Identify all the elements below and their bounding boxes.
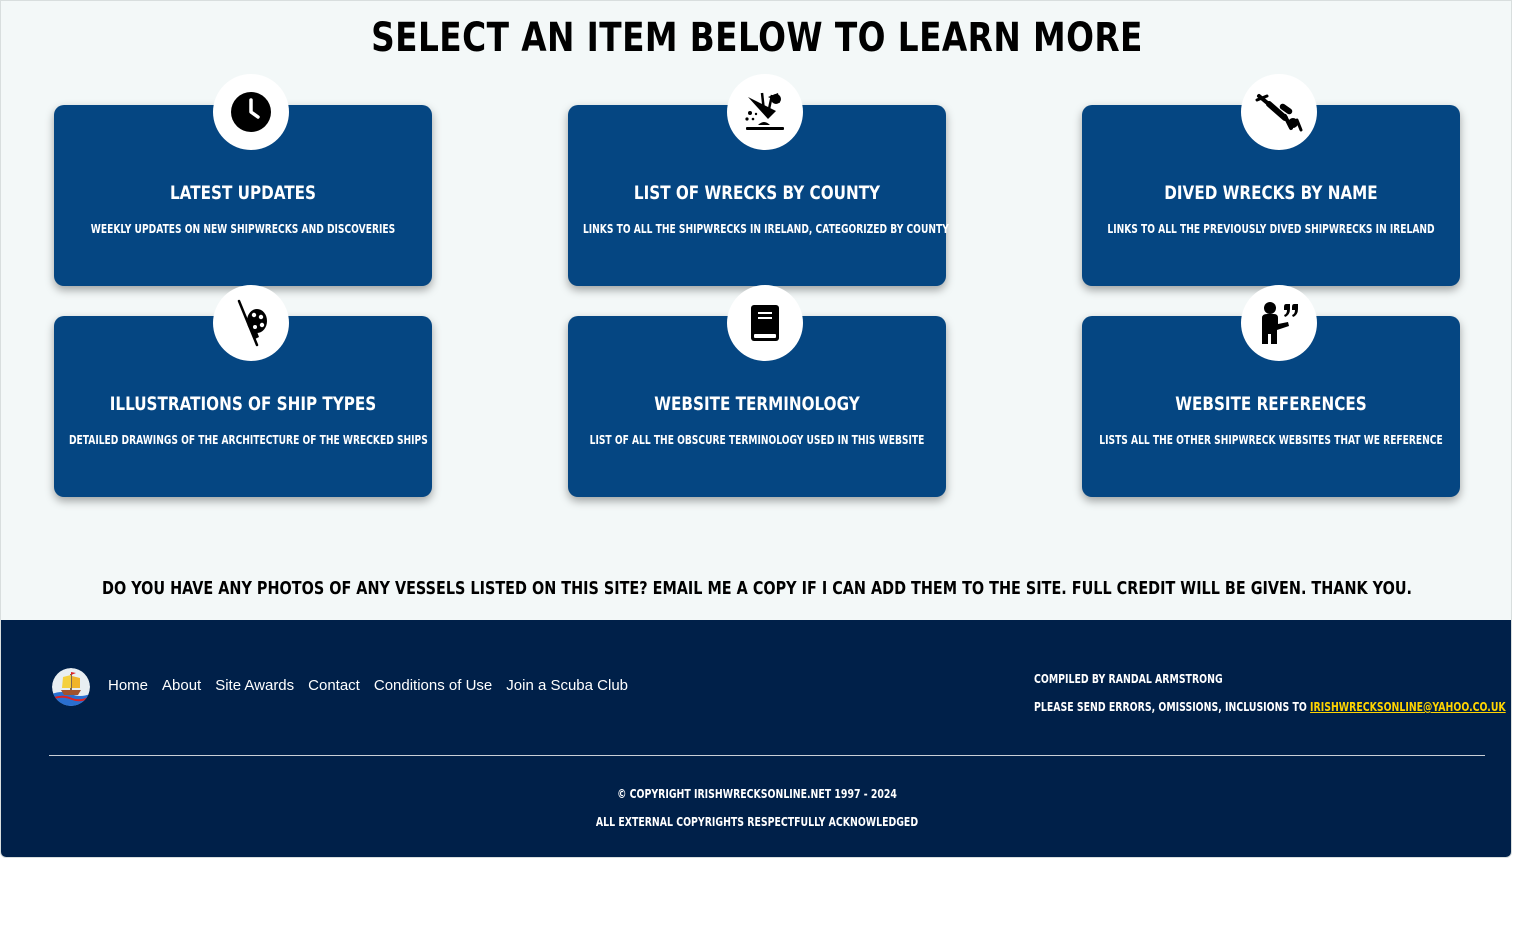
nav-link-contact[interactable]: Contact [308, 677, 360, 694]
card-illustrations[interactable]: Illustrations of Ship Types Detailed dra… [54, 285, 432, 497]
card-title: Illustrations of Ship Types [109, 393, 377, 415]
card-title: Dived Wrecks by Name [1164, 182, 1378, 204]
nav-link-site-awards[interactable]: Site Awards [215, 677, 294, 694]
card-title: Website Terminology [654, 393, 860, 415]
card-title: Latest Updates [169, 182, 316, 204]
photo-request-notice: Do you have any photos of any vessels li… [102, 578, 1413, 599]
clock-icon [213, 74, 289, 150]
palette-brush-icon [213, 285, 289, 361]
page-heading: Select an item below to learn more [371, 15, 1143, 61]
footer-divider [49, 755, 1485, 756]
card-latest-updates[interactable]: Latest Updates Weekly updates on new shi… [54, 74, 432, 286]
email-link[interactable]: irishwrecksonline@yahoo.co.uk [1310, 700, 1506, 714]
copyright-block: © Copyright irishwrecksonline.net 1997 -… [1, 780, 1511, 836]
send-errors-text: Please send errors, omissions, inclusion… [1034, 700, 1311, 714]
card-terminology[interactable]: Website Terminology List of all the obsc… [568, 285, 946, 497]
nav-link-conditions-of-use[interactable]: Conditions of Use [374, 677, 492, 694]
card-description: List of all the obscure terminology used… [589, 433, 925, 447]
sinking-ship-icon [727, 74, 803, 150]
copyright-text: © Copyright irishwrecksonline.net 1997 -… [617, 787, 897, 801]
nav-link-home[interactable]: Home [108, 677, 148, 694]
acknowledgement-text: All external copyrights respectfully ack… [595, 815, 919, 829]
card-title: List of Wrecks by County [633, 182, 881, 204]
card-wrecks-by-county[interactable]: List of Wrecks by County Links to all th… [568, 74, 949, 286]
compiled-by-text: Compiled by Randal Armstrong [1034, 672, 1223, 686]
card-description: Lists all the other shipwreck websites t… [1099, 433, 1443, 447]
card-references[interactable]: Website References Lists all the other s… [1082, 285, 1460, 497]
card-title: Website References [1175, 393, 1367, 415]
card-description: Detailed drawings of the architecture of… [68, 433, 428, 447]
person-quote-icon [1241, 285, 1317, 361]
compiled-by-block: Compiled by Randal Armstrong Please send… [1034, 665, 1506, 721]
card-dived-wrecks[interactable]: Dived Wrecks by Name Links to all the pr… [1082, 74, 1460, 286]
card-description: Weekly updates on new shipwrecks and dis… [90, 222, 396, 236]
book-icon [727, 285, 803, 361]
site-logo[interactable] [52, 668, 90, 706]
send-errors-line: Please send errors, omissions, inclusion… [1034, 693, 1506, 721]
card-description: Links to all the shipwrecks in Ireland, … [582, 222, 949, 236]
card-description: Links to all the previously dived shipwr… [1107, 222, 1435, 236]
nav-link-join-scuba-club[interactable]: Join a Scuba Club [506, 677, 628, 694]
nav-link-about[interactable]: About [162, 677, 201, 694]
site-footer: Home About Site Awards Contact Condition… [1, 620, 1511, 857]
scuba-diver-icon [1241, 74, 1317, 150]
footer-nav: Home About Site Awards Contact Condition… [108, 677, 628, 694]
page: Select an item below to learn more Lates… [0, 0, 1512, 858]
